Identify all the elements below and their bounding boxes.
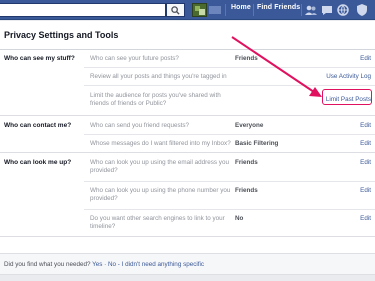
privacy-shortcuts-icon[interactable] [355,3,369,17]
setting-value: Basic Filtering [235,140,279,147]
edit-link[interactable]: Edit [360,140,371,147]
search-input[interactable] [0,3,166,17]
edit-link[interactable]: Edit [360,187,371,194]
section-who-can-see: Who can see my stuff? Who can see your f… [0,50,375,116]
feedback-footer: Did you find what you needed? Yes · No -… [0,253,375,275]
setting-question: Review all your posts and things you're … [90,73,227,80]
edit-link[interactable]: Edit [360,55,371,62]
setting-value: Friends [235,187,258,194]
setting-row: Review all your posts and things you're … [84,68,375,85]
nav-divider [301,4,302,16]
nav-divider [225,4,226,16]
setting-question: Who can send you friend requests? [90,122,190,129]
nav-divider [253,4,254,16]
feedback-text: Did you find what you needed? Yes · No -… [4,261,204,268]
edit-link[interactable]: Edit [360,159,371,166]
search-button[interactable] [166,3,185,17]
feedback-yes-link[interactable]: Yes [92,261,102,268]
setting-question: Whose messages do I want filtered into m… [90,140,231,147]
nav-find-friends-link[interactable]: Find Friends [257,4,300,11]
setting-row: Who can look you up using the phone numb… [84,182,375,209]
setting-question: Do you want other search engines to link… [90,215,225,230]
feedback-no-link[interactable]: No - I didn't need anything specific [108,261,204,268]
section-who-can-contact: Who can contact me? Who can send you fri… [0,117,375,153]
edit-link[interactable]: Edit [360,122,371,129]
notifications-globe-icon[interactable] [336,3,350,17]
section-who-can-look-up: Who can look me up? Who can look you up … [0,154,375,237]
privacy-settings-page: Privacy Settings and Tools Who can see m… [0,21,375,275]
setting-question: Who can look you up using the email addr… [90,159,229,174]
setting-row: Do you want other search engines to link… [84,210,375,237]
setting-value: No [235,215,244,222]
setting-row: Who can send you friend requests? Everyo… [84,117,375,134]
setting-row: Who can see your future posts? Friends E… [84,50,375,67]
setting-value: Friends [235,55,258,62]
use-activity-log-link[interactable]: Use Activity Log [326,73,371,80]
section-label: Who can look me up? [4,159,72,166]
page-title: Privacy Settings and Tools [4,30,119,40]
edit-link[interactable]: Edit [360,215,371,222]
section-label: Who can see my stuff? [4,55,75,62]
highlight-circle [322,89,372,105]
top-bar: Home Find Friends [0,0,375,20]
setting-value: Friends [235,159,258,166]
profile-name[interactable] [209,6,221,14]
setting-question: Who can see your future posts? [90,55,179,62]
search-icon [171,5,180,15]
feedback-question: Did you find what you needed? [4,261,91,268]
setting-row: Who can look you up using the email addr… [84,154,375,181]
profile-avatar[interactable] [192,3,207,17]
setting-value: Everyone [235,122,264,129]
section-label: Who can contact me? [4,122,72,129]
setting-row: Whose messages do I want filtered into m… [84,135,375,152]
friend-requests-icon[interactable] [304,3,318,17]
setting-question: Who can look you up using the phone numb… [90,187,231,202]
messages-icon[interactable] [320,3,334,17]
nav-home-link[interactable]: Home [231,4,251,11]
setting-question: Limit the audience for posts you've shar… [90,92,221,107]
